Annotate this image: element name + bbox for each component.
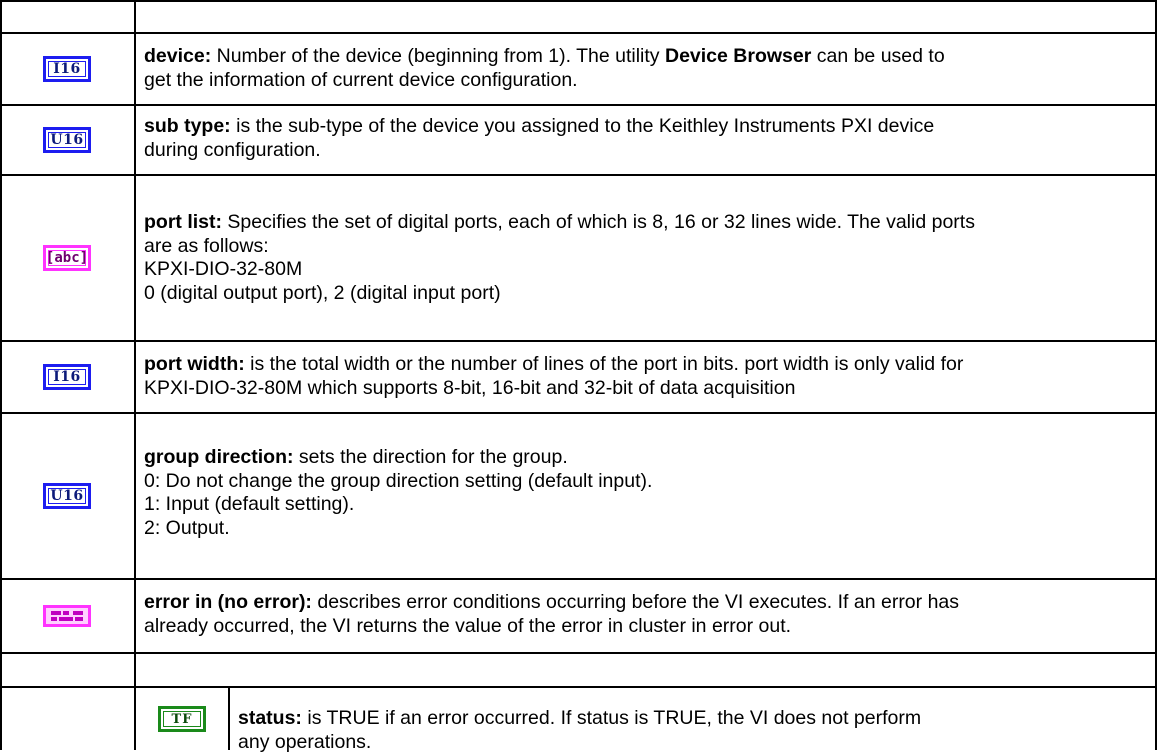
i16-terminal-icon: I16: [43, 56, 91, 82]
row-divider: [0, 174, 1157, 176]
icon-cell: I16: [0, 34, 134, 104]
parameter-name: device:: [144, 45, 212, 67]
parameter-name: port width:: [144, 353, 245, 375]
u16-terminal-icon: U16: [43, 483, 91, 509]
parameter-table: I16 device: Number of the device (beginn…: [0, 0, 1157, 753]
parameter-description: device: Number of the device (beginning …: [144, 45, 945, 91]
sub-table-top-border: [134, 686, 1157, 688]
parameter-description: group direction: sets the direction for …: [144, 446, 653, 539]
parameter-name: error in (no error):: [144, 591, 312, 613]
parameter-description: status: is TRUE if an error occurred. If…: [238, 707, 922, 753]
row-divider: [0, 340, 1157, 342]
u16-terminal-icon: U16: [43, 127, 91, 153]
icon-cell: [0, 580, 134, 652]
icon-cell: [abc]: [0, 176, 134, 340]
parameter-name: sub type:: [144, 115, 231, 137]
parameter-description: sub type: is the sub-type of the device …: [144, 115, 935, 161]
sub-icon-cell: TF: [136, 688, 228, 750]
parameter-description: error in (no error): describes error con…: [144, 591, 960, 637]
icon-cell: U16: [0, 414, 134, 578]
boolean-terminal-icon: TF: [158, 706, 206, 732]
error-cluster-icon: [43, 605, 91, 627]
row-divider: [0, 652, 1157, 654]
sub-table-column-divider: [228, 686, 230, 750]
icon-cell: I16: [0, 342, 134, 412]
row-divider: [0, 0, 1157, 2]
row-divider: [0, 32, 1157, 34]
row-divider: [0, 578, 1157, 580]
row-divider: [0, 412, 1157, 414]
parameter-description: port list: Specifies the set of digital …: [144, 211, 975, 304]
i16-terminal-icon: I16: [43, 364, 91, 390]
icon-cell: U16: [0, 106, 134, 174]
parameter-name: status:: [238, 707, 302, 729]
row-divider: [0, 104, 1157, 106]
parameter-name: group direction:: [144, 446, 294, 468]
cluster-glyph-icon: [51, 611, 83, 621]
parameter-description: port width: is the total width or the nu…: [144, 353, 964, 399]
table-column-divider: [134, 0, 136, 750]
parameter-name: port list:: [144, 211, 222, 233]
string-terminal-icon: [abc]: [43, 245, 91, 271]
